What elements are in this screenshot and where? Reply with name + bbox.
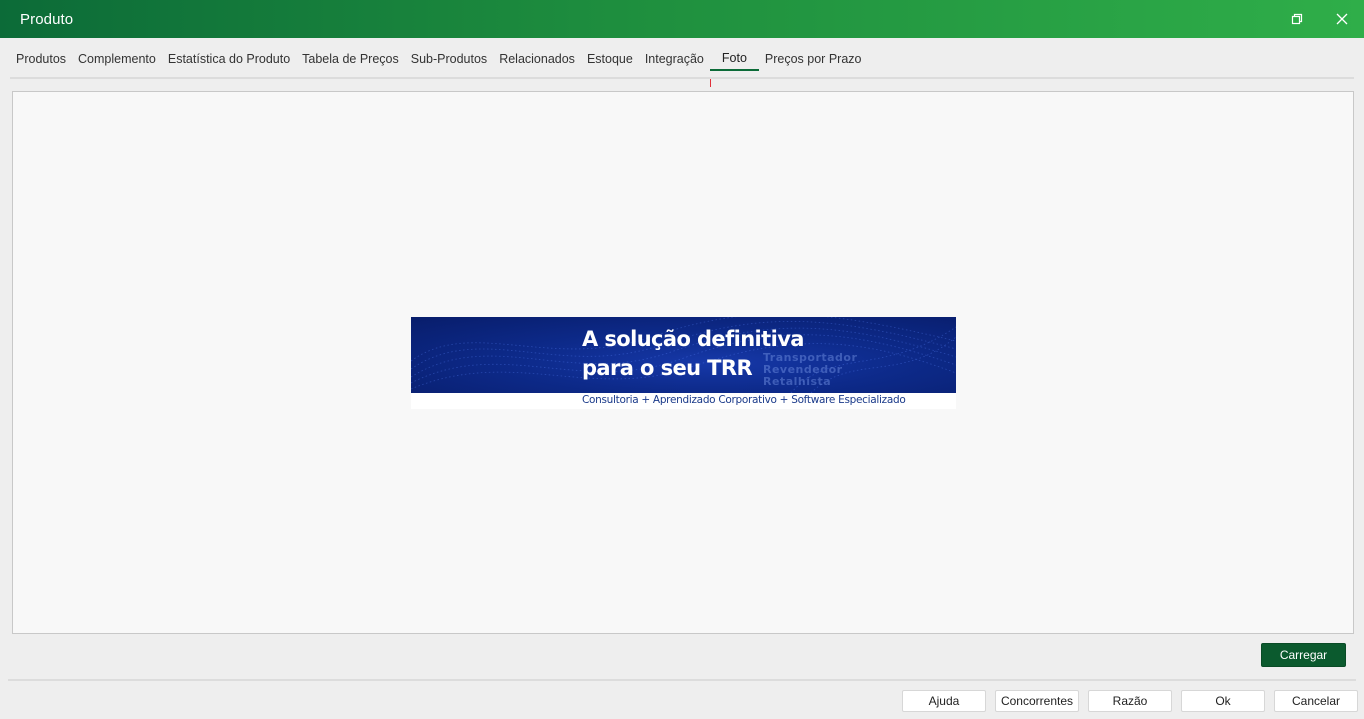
ok-button[interactable]: Ok xyxy=(1181,690,1265,712)
photo-panel: A solução definitiva para o seu TRR Tran… xyxy=(12,91,1354,634)
tab-relacionados[interactable]: Relacionados xyxy=(493,48,581,71)
cancel-button[interactable]: Cancelar xyxy=(1274,690,1358,712)
tab-divider xyxy=(10,77,1354,79)
banner-headline-line-1: A solução definitiva xyxy=(582,327,804,351)
tab-estatistica[interactable]: Estatística do Produto xyxy=(162,48,296,71)
tab-estoque[interactable]: Estoque xyxy=(581,48,639,71)
tab-tabela-precos[interactable]: Tabela de Preços xyxy=(296,48,405,71)
load-button[interactable]: Carregar xyxy=(1261,643,1346,667)
focus-marker xyxy=(710,79,711,87)
tab-sub-produtos[interactable]: Sub-Produtos xyxy=(405,48,493,71)
reason-button[interactable]: Razão xyxy=(1088,690,1172,712)
banner-background: A solução definitiva para o seu TRR Tran… xyxy=(411,317,956,393)
restore-icon[interactable] xyxy=(1287,9,1307,29)
product-photo: A solução definitiva para o seu TRR Tran… xyxy=(411,317,956,409)
window-title: Produto xyxy=(20,10,74,28)
bottom-divider xyxy=(8,679,1356,681)
close-icon[interactable] xyxy=(1332,9,1352,29)
banner-tagline: Consultoria + Aprendizado Corporativo + … xyxy=(582,394,906,406)
banner-side-line-3: Retalhista xyxy=(763,375,832,388)
competitors-button[interactable]: Concorrentes xyxy=(995,690,1079,712)
tab-produtos[interactable]: Produtos xyxy=(10,48,72,71)
banner-side-words: Transportador Revendedor Retalhista xyxy=(763,352,857,388)
title-bar: Produto xyxy=(0,0,1364,38)
help-button[interactable]: Ajuda xyxy=(902,690,986,712)
tab-precos-prazo[interactable]: Preços por Prazo xyxy=(759,48,868,71)
tab-foto[interactable]: Foto xyxy=(709,48,759,71)
tab-integracao[interactable]: Integração xyxy=(639,48,710,71)
tab-complemento[interactable]: Complemento xyxy=(72,48,162,71)
tab-bar: Produtos Complemento Estatística do Prod… xyxy=(10,48,867,72)
